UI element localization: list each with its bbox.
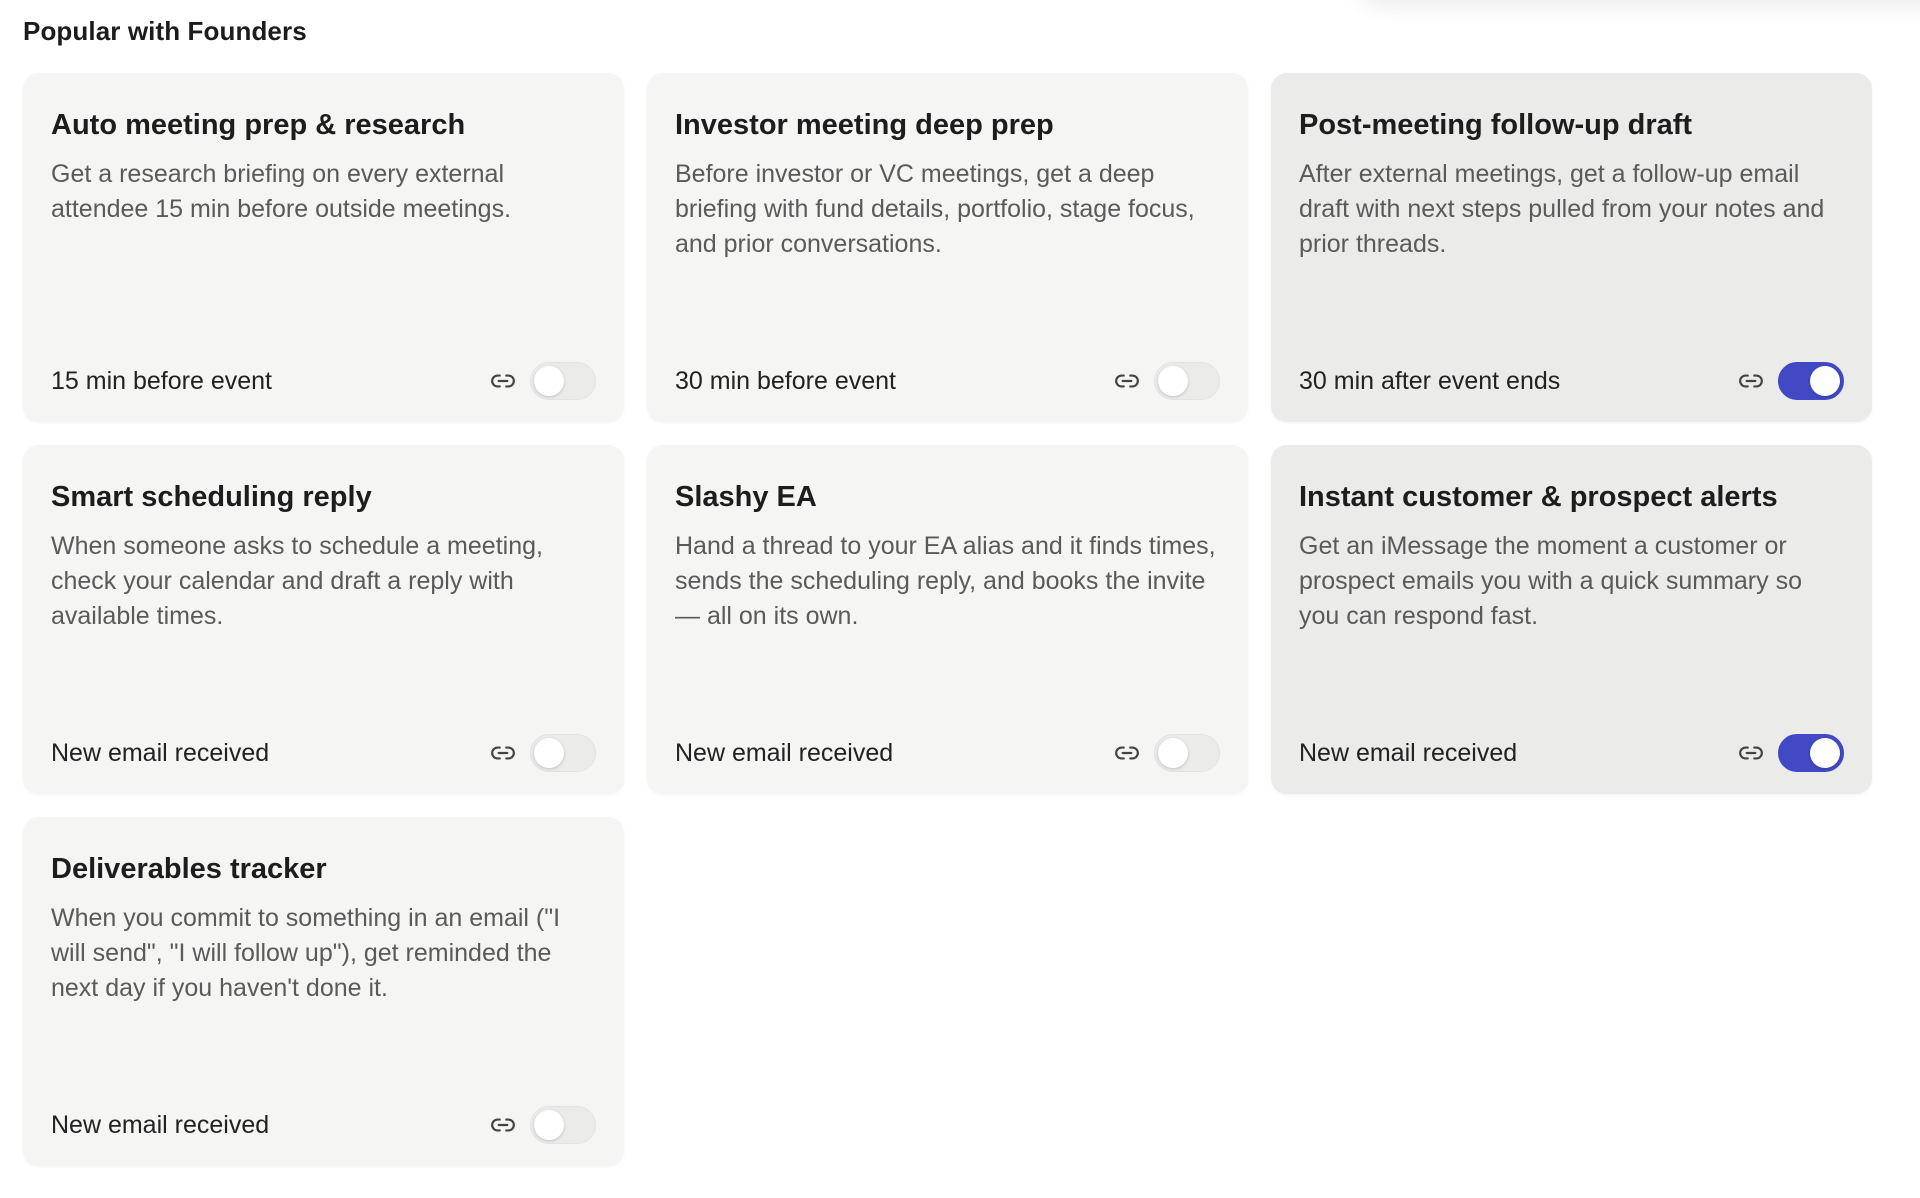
toggle-knob (534, 738, 564, 768)
card-title: Deliverables tracker (51, 853, 327, 885)
trigger-label: New email received (675, 738, 894, 767)
card-footer: New email received (51, 1104, 596, 1146)
trigger-label: New email received (1299, 738, 1518, 767)
link-icon[interactable] (1112, 366, 1142, 396)
toggle-knob (534, 1110, 564, 1140)
link-icon[interactable] (1112, 738, 1142, 768)
automation-card[interactable]: Investor meeting deep prep Before invest… (647, 73, 1248, 422)
trigger-label: 30 min after event ends (1299, 366, 1561, 395)
card-description: After external meetings, get a follow-up… (1299, 160, 1825, 258)
card-title: Post-meeting follow-up draft (1299, 109, 1693, 141)
card-title: Auto meeting prep & research (51, 109, 466, 141)
trigger-label: New email received (51, 738, 270, 767)
enable-toggle[interactable] (1154, 362, 1220, 400)
automation-card[interactable]: Deliverables tracker When you commit to … (23, 817, 624, 1166)
enable-toggle[interactable] (530, 362, 596, 400)
card-description: When you commit to something in an email… (51, 904, 561, 1002)
card-description: When someone asks to schedule a meeting,… (51, 532, 543, 630)
card-title: Smart scheduling reply (51, 481, 372, 513)
link-icon[interactable] (488, 1110, 518, 1140)
card-description: Get an iMessage the moment a customer or… (1299, 532, 1802, 630)
link-icon[interactable] (488, 366, 518, 396)
toggle-knob (1810, 738, 1840, 768)
trigger-label: 30 min before event (675, 366, 896, 395)
automation-card[interactable]: Post-meeting follow-up draft After exter… (1271, 73, 1872, 422)
enable-toggle[interactable] (1154, 734, 1220, 772)
card-description: Before investor or VC meetings, get a de… (675, 160, 1195, 258)
link-icon[interactable] (488, 738, 518, 768)
card-footer: 30 min after event ends (1299, 360, 1844, 402)
trigger-label: New email received (51, 1110, 270, 1139)
card-title: Slashy EA (675, 481, 817, 513)
automation-grid: Auto meeting prep & research Get a resea… (23, 73, 1872, 1166)
card-description: Get a research briefing on every externa… (51, 160, 512, 223)
automation-card[interactable]: Smart scheduling reply When someone asks… (23, 445, 624, 794)
card-footer: New email received (1299, 732, 1844, 774)
toggle-knob (1810, 366, 1840, 396)
card-footer: 15 min before event (51, 360, 596, 402)
card-footer: New email received (675, 732, 1220, 774)
link-icon[interactable] (1736, 738, 1766, 768)
trigger-label: 15 min before event (51, 366, 272, 395)
card-description: Hand a thread to your EA alias and it fi… (675, 532, 1216, 630)
enable-toggle[interactable] (530, 1106, 596, 1144)
link-icon[interactable] (1736, 366, 1766, 396)
card-title: Investor meeting deep prep (675, 109, 1054, 141)
automation-card[interactable]: Instant customer & prospect alerts Get a… (1271, 445, 1872, 794)
card-footer: New email received (51, 732, 596, 774)
automation-card[interactable]: Auto meeting prep & research Get a resea… (23, 73, 624, 422)
toggle-knob (1158, 366, 1188, 396)
toggle-knob (1158, 738, 1188, 768)
card-footer: 30 min before event (675, 360, 1220, 402)
toggle-knob (534, 366, 564, 396)
enable-toggle[interactable] (1778, 362, 1844, 400)
section-title: Popular with Founders (23, 16, 307, 46)
card-title: Instant customer & prospect alerts (1299, 481, 1778, 513)
enable-toggle[interactable] (1778, 734, 1844, 772)
automation-card[interactable]: Slashy EA Hand a thread to your EA alias… (647, 445, 1248, 794)
enable-toggle[interactable] (530, 734, 596, 772)
